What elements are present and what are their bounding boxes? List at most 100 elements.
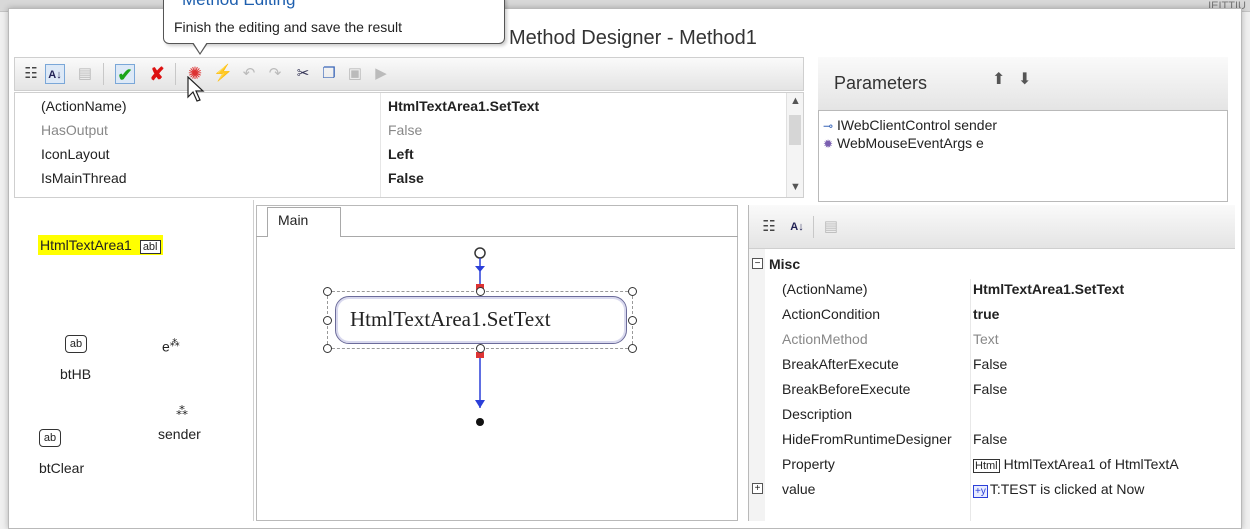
resize-handle[interactable] [323,287,332,296]
resize-handle[interactable] [323,344,332,353]
property-row[interactable]: Description [749,402,1235,427]
property-name: HideFromRuntimeDesigner [782,431,952,447]
tab-main[interactable]: Main [267,207,341,237]
component-label: HtmlTextArea1 abl [38,235,163,255]
component-sender[interactable]: sender [158,426,201,442]
component-btclear[interactable]: ab [39,428,61,447]
interface-icon: ⊸ [823,119,834,133]
resize-handle[interactable] [628,344,637,353]
property-name: BreakBeforeExecute [782,381,911,397]
property-value[interactable]: HtmlTextArea1.SetText [973,281,1124,297]
move-down-icon[interactable]: ⬇ [1018,69,1031,89]
parameters-title: Parameters [834,73,928,93]
parameters-header: Parameters ⬆ ⬇ [818,57,1228,111]
method-property-grid: (ActionName) HtmlTextArea1.SetText HasOu… [14,92,804,198]
property-value[interactable]: true [973,306,999,322]
undo-icon[interactable]: ↶ [239,64,259,84]
category-label: Misc [769,256,801,272]
property-name: IsMainThread [41,170,127,186]
property-row[interactable]: HasOutput False [15,119,790,141]
property-name: (ActionName) [782,281,868,297]
redo-icon[interactable]: ↷ [265,64,285,84]
parameter-item[interactable]: ✹ WebMouseEventArgs e [823,135,984,151]
vertical-scrollbar[interactable]: ▲ ▼ [786,93,803,197]
property-value: HtmlTextArea1 of HtmlTextA [1003,456,1179,472]
paste-icon[interactable]: ▣ [345,64,365,84]
parameters-list: ⊸ IWebClientControl sender ✹ WebMouseEvent… [818,110,1228,202]
property-value[interactable]: Left [388,146,414,162]
property-name: (ActionName) [41,98,127,114]
action-node[interactable]: HtmlTextArea1.SetText [335,296,627,344]
resize-handle[interactable] [323,316,332,325]
action-node-label: HtmlTextArea1.SetText [350,307,551,331]
property-value[interactable]: False [973,381,1007,397]
property-row[interactable]: IconLayout Left [15,143,790,165]
separator [813,216,814,238]
move-up-icon[interactable]: ⬆ [992,69,1005,89]
copy-icon[interactable]: ❐ [319,64,339,84]
property-pages-icon[interactable]: ▤ [821,217,841,237]
button-icon: ab [39,429,61,447]
property-row[interactable]: BreakAfterExecute False [749,352,1235,377]
resize-handle[interactable] [476,287,485,296]
component-e[interactable]: e⁂ [162,338,180,355]
property-row[interactable]: Property Html HtmlTextArea1 of HtmlTextA [749,452,1235,477]
property-value[interactable]: Text [973,331,999,347]
property-grid-toolbar: ☷ A↓ ▤ [749,205,1235,249]
expression-icon: +y [973,485,988,498]
scroll-thumb[interactable] [789,115,801,145]
scroll-down-icon[interactable]: ▼ [790,181,801,193]
alphabetical-icon[interactable]: A↓ [787,217,807,237]
property-value[interactable]: HtmlTextArea1.SetText [388,98,539,114]
action-property-grid: ☷ A↓ ▤ − Misc (ActionName) HtmlTextArea1… [748,205,1235,521]
component-bthb[interactable]: ab [65,334,87,353]
property-value[interactable]: False [388,122,422,138]
cancel-x-icon[interactable]: ✘ [147,64,167,84]
category-row[interactable]: − Misc [749,252,1235,277]
expand-icon[interactable]: + [752,483,763,494]
magic-wand-icon[interactable]: ⚡ [213,64,233,84]
property-row[interactable]: (ActionName) HtmlTextArea1.SetText [15,95,790,117]
tooltip-title: Method Editing [182,0,295,10]
mouse-cursor-icon [187,76,205,102]
parameter-label: IWebClientControl sender [837,117,998,133]
property-row[interactable]: ActionCondition true [749,302,1235,327]
collapse-icon[interactable]: − [752,258,763,269]
property-row[interactable]: + value +y T:TEST is clicked at Now [749,477,1235,502]
categorized-icon[interactable]: ☷ [21,64,41,84]
property-value: T:TEST is clicked at Now [989,481,1145,497]
property-row[interactable]: (ActionName) HtmlTextArea1.SetText [749,277,1235,302]
property-pages-icon[interactable]: ▤ [75,64,95,84]
parameter-icon: ⁂ [169,338,180,349]
cut-icon[interactable]: ✂ [293,64,313,84]
parameter-item[interactable]: ⊸ IWebClientControl sender [823,117,997,133]
property-value[interactable]: False [973,431,1007,447]
ok-check-icon[interactable]: ✔ [115,64,135,85]
categorized-icon[interactable]: ☷ [759,217,779,237]
property-row[interactable]: IsMainThread False [15,167,790,189]
property-value-container[interactable]: +y T:TEST is clicked at Now [973,481,1144,498]
resize-handle[interactable] [476,344,485,353]
property-value[interactable]: False [973,356,1007,372]
property-row[interactable]: ActionMethod Text [749,327,1235,352]
component-label: btClear [39,460,85,476]
property-value-container[interactable]: Html HtmlTextArea1 of HtmlTextA [973,456,1179,473]
component-label: btHB [60,366,92,382]
parameter-label: WebMouseEventArgs e [837,135,984,151]
scroll-up-icon[interactable]: ▲ [790,95,801,107]
alphabetical-icon[interactable]: A↓ [45,64,65,84]
parameter-icon: ⁂ [176,404,188,418]
tooltip-tail-fill [193,42,207,53]
property-row[interactable]: HideFromRuntimeDesigner False [749,427,1235,452]
resize-handle[interactable] [628,316,637,325]
run-icon[interactable]: ▶ [371,64,391,84]
textbox-icon: abl [139,240,161,254]
tooltip-text: Finish the editing and save the result [174,19,403,35]
property-name: Property [782,456,835,472]
tooltip: Method Editing Finish the editing and sa… [163,0,505,55]
property-name: ActionCondition [782,306,881,322]
component-html-text-area[interactable]: HtmlTextArea1 abl [38,235,163,255]
property-value[interactable]: False [388,170,424,186]
property-row[interactable]: BreakBeforeExecute False [749,377,1235,402]
resize-handle[interactable] [628,287,637,296]
